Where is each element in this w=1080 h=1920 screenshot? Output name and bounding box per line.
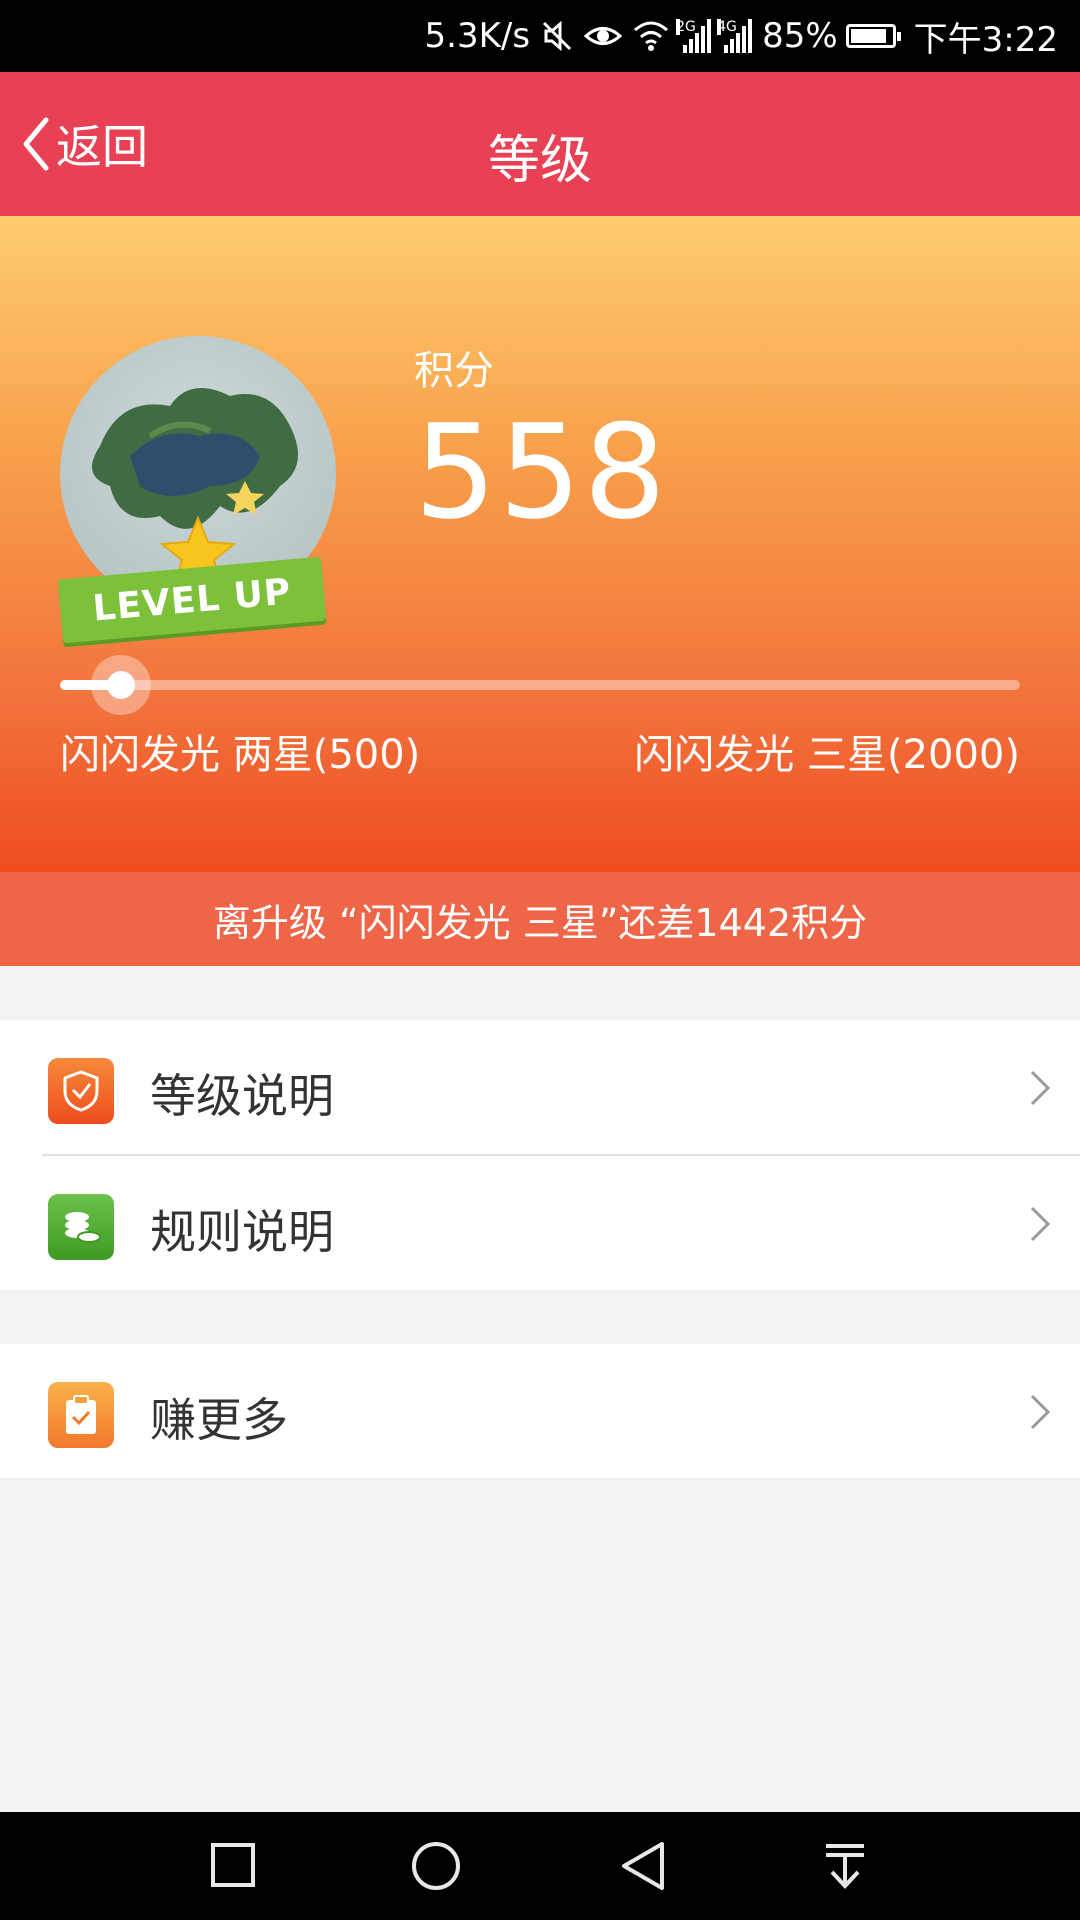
home-icon[interactable] — [410, 1840, 462, 1896]
shield-check-icon — [48, 1058, 114, 1124]
points-value: 558 — [414, 396, 669, 548]
system-nav-bar — [0, 1812, 1080, 1920]
signal-icon: 4G — [715, 19, 753, 53]
menu-item-label: 等级说明 — [150, 1069, 334, 1123]
battery-charging-icon — [845, 24, 901, 48]
chevron-right-icon — [1030, 1394, 1051, 1430]
menu-item-rules[interactable]: 规则说明 — [0, 1156, 1080, 1290]
chevron-right-icon — [1030, 1070, 1051, 1106]
back-icon[interactable] — [618, 1840, 668, 1896]
level-progress-bar — [60, 680, 1020, 690]
clock: 下午3:22 — [913, 19, 1058, 60]
menu-item-level-info[interactable]: 等级说明 — [0, 1020, 1080, 1154]
menu-item-label: 赚更多 — [150, 1393, 288, 1447]
app-header: 返回 等级 — [0, 72, 1080, 216]
mute-icon — [540, 19, 574, 53]
menu-item-earn-more[interactable]: 赚更多 — [0, 1344, 1080, 1478]
eye-icon — [584, 21, 623, 51]
level-hero: LEVEL UP 积分 558 闪闪发光 两星(500) 闪闪发光 三星(200… — [0, 216, 1080, 872]
menu-group-earn: 赚更多 — [0, 1344, 1080, 1478]
next-level-label: 闪闪发光 三星(2000) — [634, 732, 1020, 778]
coins-icon — [48, 1194, 114, 1260]
notification-pull-icon[interactable] — [820, 1840, 870, 1896]
menu-group-info: 等级说明 规则说明 — [0, 1020, 1080, 1290]
signal-icon: 2G — [674, 19, 712, 53]
recent-apps-icon[interactable] — [208, 1840, 258, 1894]
chevron-right-icon — [1030, 1206, 1051, 1242]
clipboard-check-icon — [48, 1382, 114, 1448]
status-bar: 5.3K/s 2G 4G 85% 下午3:22 — [0, 0, 1080, 72]
upgrade-notice: 离升级 “闪闪发光 三星”还差1442积分 — [0, 872, 1080, 966]
current-level-label: 闪闪发光 两星(500) — [60, 732, 421, 778]
battery-percent: 85% — [762, 16, 838, 56]
page-title: 等级 — [487, 131, 592, 191]
points-label: 积分 — [414, 348, 494, 394]
wifi-icon — [632, 20, 670, 52]
network-speed: 5.3K/s — [424, 16, 531, 56]
menu-item-label: 规则说明 — [150, 1205, 334, 1259]
